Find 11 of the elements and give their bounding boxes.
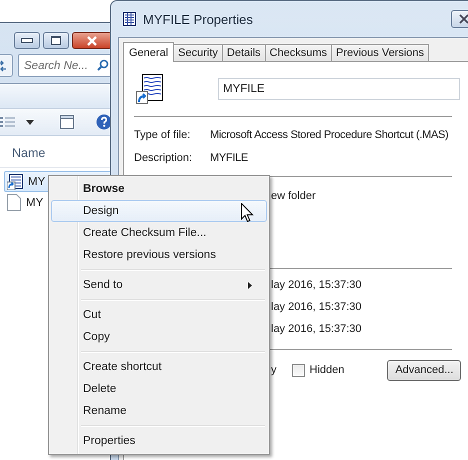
date-value: lay 2016, 15:37:30 <box>271 301 362 313</box>
window-title: MYFILE Properties <box>143 12 253 26</box>
field-value: MYFILE <box>210 152 248 164</box>
field-label: Type of file: <box>134 129 192 141</box>
date-value: lay 2016, 15:37:30 <box>271 323 362 335</box>
field-value: Microsoft Access Stored Procedure Shortcut (.MAS) <box>210 129 448 141</box>
attribute-label: y <box>271 364 276 376</box>
field-label: Description: <box>134 152 194 164</box>
location-value: ew folder <box>271 190 316 202</box>
checkbox-label: Hidden <box>310 364 344 376</box>
date-value: lay 2016, 15:37:30 <box>271 279 362 291</box>
